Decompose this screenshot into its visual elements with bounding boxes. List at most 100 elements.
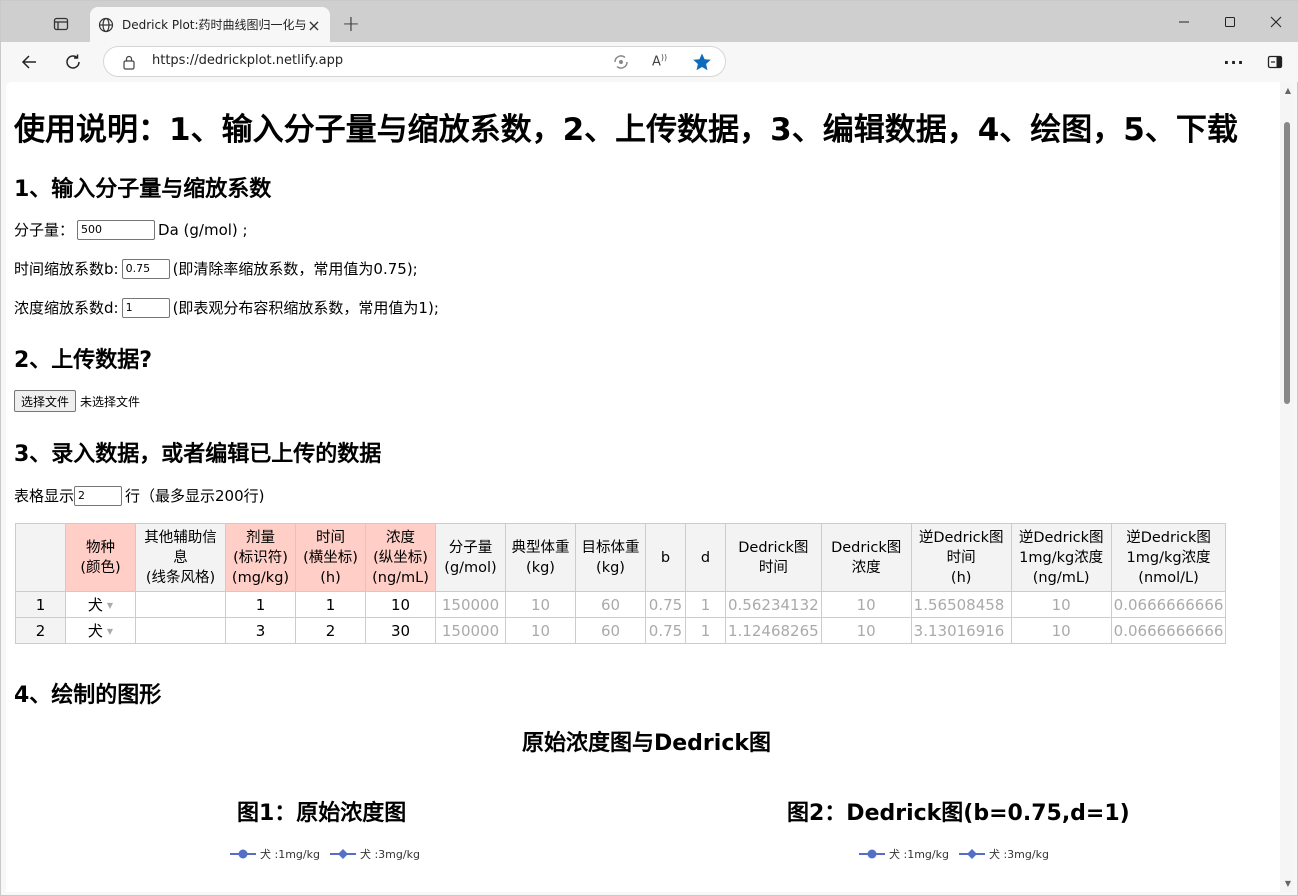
cell-inverse-time[interactable]: 3.13016916 <box>910 617 1012 644</box>
sidebar-toggle-button[interactable] <box>1259 46 1291 78</box>
cell-species[interactable]: 犬 ▼ <box>65 617 136 644</box>
tab-active[interactable]: Dedrick Plot:药时曲线图归一化与 × <box>90 7 330 42</box>
col-header-concentration[interactable]: 浓度 (纵坐标) (ng/mL) <box>365 523 436 592</box>
cell-time[interactable]: 2 <box>295 617 366 644</box>
cell-target-weight[interactable]: 60 <box>575 591 646 618</box>
col-header-dedrick-conc[interactable]: Dedrick图 浓度 <box>820 523 912 592</box>
cell-dose[interactable]: 1 <box>225 591 296 618</box>
col-header-species[interactable]: 物种 (颜色) <box>65 523 136 592</box>
mw-label: 分子量： <box>14 221 75 239</box>
col-header-inverse-conc-nmol[interactable]: 逆Dedrick图 1mg/kg浓度 (nmol/L) <box>1110 523 1227 592</box>
cell-aux-info[interactable] <box>135 617 226 644</box>
maximize-button[interactable] <box>1207 1 1253 42</box>
chart2-title: 图2：Dedrick图(b=0.75,d=1) <box>787 801 1130 826</box>
col-header-dose[interactable]: 剂量 (标识符) (mg/kg) <box>225 523 296 592</box>
rows-count-input[interactable] <box>74 485 123 506</box>
scrollbar-thumb[interactable] <box>1284 122 1290 404</box>
scroll-down-icon[interactable]: ▼ <box>1285 879 1291 888</box>
cell-aux-info[interactable] <box>135 591 226 618</box>
chart2-legend: 犬 :1mg/kg 犬 :3mg/kg <box>859 846 1059 862</box>
cell-d[interactable]: 1 <box>685 617 726 644</box>
cell-b[interactable]: 0.75 <box>645 617 686 644</box>
col-header-typical-weight[interactable]: 典型体重 (kg) <box>505 523 576 592</box>
col-header-b[interactable]: b <box>645 523 686 592</box>
dropdown-arrow-icon[interactable]: ▼ <box>107 601 113 610</box>
cell-concentration[interactable]: 30 <box>365 617 436 644</box>
dropdown-arrow-icon[interactable]: ▼ <box>107 627 113 636</box>
refresh-button[interactable] <box>57 46 89 78</box>
row-number[interactable]: 2 <box>15 617 66 644</box>
minimize-button[interactable] <box>1161 1 1207 42</box>
legend-item[interactable]: 犬 :3mg/kg <box>958 846 1049 862</box>
lock-icon <box>123 55 135 70</box>
cell-typical-weight[interactable]: 10 <box>505 617 576 644</box>
cell-d[interactable]: 1 <box>685 591 726 618</box>
cell-b[interactable]: 0.75 <box>645 591 686 618</box>
time-scale-b-input[interactable] <box>121 258 170 279</box>
read-aloud-icon[interactable]: A)) <box>652 53 667 69</box>
cell-species[interactable]: 犬 ▼ <box>65 591 136 618</box>
cell-inverse-time[interactable]: 1.56508458 <box>910 591 1012 618</box>
cell-molecular-weight[interactable]: 150000 <box>435 617 506 644</box>
cell-dedrick-time[interactable]: 1.12468265 <box>725 617 822 644</box>
cell-inverse-conc-nmol[interactable]: 0.0666666666 <box>1110 617 1227 644</box>
charts-super-title: 原始浓度图与Dedrick图 <box>522 731 771 756</box>
cell-dose[interactable]: 3 <box>225 617 296 644</box>
col-header-inverse-time[interactable]: 逆Dedrick图 时间 (h) <box>910 523 1012 592</box>
close-window-button[interactable] <box>1253 1 1298 42</box>
cell-target-weight[interactable]: 60 <box>575 617 646 644</box>
file-status: 未选择文件 <box>80 394 141 409</box>
legend-item[interactable]: 犬 :1mg/kg <box>230 846 320 862</box>
globe-icon <box>98 17 114 32</box>
b-note: (即清除率缩放系数，常用值为0.75); <box>172 260 418 278</box>
page-title: 使用说明：1、输入分子量与缩放系数，2、上传数据，3、编辑数据，4、绘图，5、下… <box>14 112 1238 148</box>
cell-molecular-weight[interactable]: 150000 <box>435 591 506 618</box>
back-button[interactable] <box>13 46 45 78</box>
section1-heading: 1、输入分子量与缩放系数 <box>14 177 272 202</box>
table-row: 2 犬 ▼ 3 2 30 150000 10 60 0.75 1 1.124682… <box>15 617 1227 644</box>
data-table: 物种 (颜色) 其他辅助信息 (线条风格) 剂量 (标识符) (mg/kg) 时间 (横坐… <box>15 523 1227 644</box>
corner-header[interactable] <box>15 523 66 592</box>
legend-label: 犬 :3mg/kg <box>988 848 1049 861</box>
cell-time[interactable]: 1 <box>295 591 366 618</box>
cell-dedrick-time[interactable]: 0.56234132 <box>725 591 822 618</box>
favorite-star-icon[interactable] <box>692 52 712 76</box>
cell-dedrick-conc[interactable]: 10 <box>820 617 912 644</box>
tab-actions-button[interactable] <box>41 7 81 41</box>
cell-inverse-conc-ngml[interactable]: 10 <box>1010 617 1112 644</box>
col-header-d[interactable]: d <box>685 523 726 592</box>
scroll-up-icon[interactable]: ▲ <box>1285 86 1291 95</box>
file-upload-row: 选择文件 未选择文件 <box>14 390 140 412</box>
col-header-target-weight[interactable]: 目标体重 (kg) <box>575 523 646 592</box>
cell-typical-weight[interactable]: 10 <box>505 591 576 618</box>
row-number[interactable]: 1 <box>15 591 66 618</box>
choose-file-button[interactable]: 选择文件 <box>14 390 77 412</box>
address-bar[interactable]: https://dedrickplot.netlify.app A)) <box>103 46 726 77</box>
legend-circle-marker-icon <box>230 849 256 859</box>
new-tab-button[interactable]: + <box>337 10 365 38</box>
address-url: https://dedrickplot.netlify.app <box>152 53 344 68</box>
more-menu-button[interactable]: ··· <box>1218 46 1250 78</box>
legend-label: 犬 :1mg/kg <box>889 848 949 861</box>
reading-mode-icon[interactable] <box>612 53 630 75</box>
legend-item[interactable]: 犬 :1mg/kg <box>859 846 949 862</box>
d-label: 浓度缩放系数d: <box>14 299 119 317</box>
cell-concentration[interactable]: 10 <box>365 591 436 618</box>
cell-inverse-conc-nmol[interactable]: 0.0666666666 <box>1110 591 1227 618</box>
col-header-time[interactable]: 时间 (横坐标) (h) <box>295 523 366 592</box>
cell-dedrick-conc[interactable]: 10 <box>820 591 912 618</box>
col-header-aux-info[interactable]: 其他辅助信息 (线条风格) <box>135 523 226 592</box>
col-header-dedrick-time[interactable]: Dedrick图 时间 <box>725 523 822 592</box>
molecular-weight-input[interactable] <box>77 219 156 240</box>
cell-inverse-conc-ngml[interactable]: 10 <box>1010 591 1112 618</box>
col-header-inverse-conc-ngml[interactable]: 逆Dedrick图 1mg/kg浓度 (ng/mL) <box>1010 523 1112 592</box>
tab-bar: Dedrick Plot:药时曲线图归一化与 × + <box>1 1 1298 42</box>
tab-close-icon[interactable]: × <box>306 16 322 35</box>
conc-scale-d-input[interactable] <box>121 297 170 318</box>
maximize-icon <box>1225 16 1235 27</box>
page-scrollbar[interactable]: ▲ ▼ <box>1280 82 1294 892</box>
time-scale-row: 时间缩放系数b: (即清除率缩放系数，常用值为0.75); <box>14 258 418 279</box>
conc-scale-row: 浓度缩放系数d: (即表观分布容积缩放系数，常用值为1); <box>14 297 439 318</box>
col-header-molecular-weight[interactable]: 分子量 (g/mol) <box>435 523 506 592</box>
legend-item[interactable]: 犬 :3mg/kg <box>329 846 420 862</box>
